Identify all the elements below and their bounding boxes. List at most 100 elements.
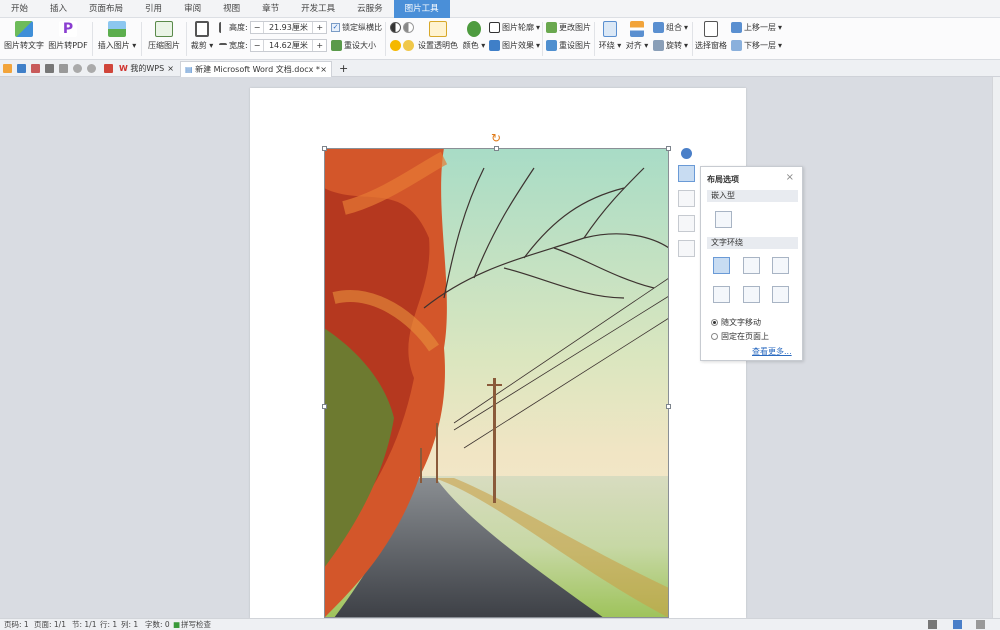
contrast-buttons[interactable] <box>390 22 414 33</box>
crop-button[interactable]: 裁剪 ▾ <box>189 18 215 51</box>
insert-picture-button[interactable]: 插入图片 ▾ <box>97 18 137 51</box>
resize-handle-left[interactable] <box>322 404 327 409</box>
crop-tool-icon[interactable] <box>678 215 695 232</box>
wrap-button[interactable]: 环绕 ▾ <box>598 18 622 51</box>
tab-my-wps[interactable]: W 我的WPS × <box>115 61 178 77</box>
tab-references[interactable]: 引用 <box>134 0 173 18</box>
undo-icon[interactable] <box>73 64 82 73</box>
reset-size-button[interactable]: 重设大小 <box>331 40 376 51</box>
print-preview-icon[interactable] <box>59 64 68 73</box>
redo-icon[interactable] <box>87 64 96 73</box>
compress-picture-button[interactable]: 压缩图片 <box>146 18 182 51</box>
page-number: 页码: 1 <box>4 620 29 629</box>
square-wrap-option[interactable] <box>713 257 730 274</box>
send-backward-button[interactable]: 下移一层 ▾ <box>731 40 782 51</box>
vertical-scrollbar[interactable] <box>992 77 1000 618</box>
label: 选择窗格 <box>695 41 727 50</box>
wrap-section-label: 文字环绕 <box>707 237 798 249</box>
wrap-icon <box>603 21 617 37</box>
document-icon: ▤ <box>185 65 193 74</box>
brightness-buttons[interactable] <box>390 40 414 51</box>
picture-icon <box>108 21 126 37</box>
decrement-button[interactable]: − <box>251 22 264 33</box>
label: 固定在页面上 <box>721 332 769 341</box>
inserted-picture[interactable] <box>324 148 669 618</box>
layout-options-panel: 布局选项 × 嵌入型 文字环绕 随文字移动 固定在页面上 查看更多... <box>700 166 803 361</box>
rotate-handle-icon[interactable]: ↻ <box>490 132 502 144</box>
increment-button[interactable]: + <box>313 22 326 33</box>
change-picture-button[interactable]: 更改图片 <box>546 22 591 33</box>
tab-view[interactable]: 视图 <box>212 0 251 18</box>
height-field[interactable]: − 21.93厘米 + <box>249 21 328 34</box>
close-icon[interactable]: × <box>167 61 174 76</box>
through-wrap-option[interactable] <box>772 257 789 274</box>
tab-insert[interactable]: 插入 <box>39 0 78 18</box>
effect-icon <box>489 40 500 51</box>
customize-icon[interactable] <box>104 64 113 73</box>
save-icon[interactable] <box>17 64 26 73</box>
width-value[interactable]: 14.62厘米 <box>263 40 314 51</box>
word-count: 字数: 0 <box>145 620 170 629</box>
tab-start[interactable]: 开始 <box>0 0 39 18</box>
picture-to-pdf-button[interactable]: P 图片转PDF <box>48 18 88 51</box>
new-tab-button[interactable]: + <box>335 61 349 77</box>
tab-review[interactable]: 审阅 <box>173 0 212 18</box>
outline-view-icon[interactable] <box>976 620 985 629</box>
tab-page-layout[interactable]: 页面布局 <box>78 0 134 18</box>
rotate-button[interactable]: 旋转 ▾ <box>653 40 688 51</box>
color-button[interactable]: 颜色 ▾ <box>461 18 487 51</box>
move-with-text-radio[interactable]: 随文字移动 <box>711 317 761 328</box>
fix-on-page-radio[interactable]: 固定在页面上 <box>711 331 769 342</box>
decrement-button[interactable]: − <box>251 40 264 51</box>
tab-developer[interactable]: 开发工具 <box>290 0 346 18</box>
export-pdf-icon[interactable] <box>31 64 40 73</box>
change-picture-icon <box>546 22 557 33</box>
tab-section[interactable]: 章节 <box>251 0 290 18</box>
reset-picture-button[interactable]: 重设图片 <box>546 40 591 51</box>
spell-check-button[interactable]: 拼写检查 <box>181 619 211 630</box>
brightness-up-icon <box>390 40 401 51</box>
bring-forward-button[interactable]: 上移一层 ▾ <box>731 22 782 33</box>
behind-text-option[interactable] <box>743 286 760 303</box>
contrast-low-icon <box>403 22 414 33</box>
align-button[interactable]: 对齐 ▾ <box>625 18 649 51</box>
resize-handle-right[interactable] <box>666 404 671 409</box>
increment-button[interactable]: + <box>313 40 326 51</box>
resize-handle-top[interactable] <box>494 146 499 151</box>
picture-outline-button[interactable]: 图片轮廓 ▾ <box>489 22 540 33</box>
group-button[interactable]: 组合 ▾ <box>653 22 688 33</box>
height-value[interactable]: 21.93厘米 <box>263 22 314 33</box>
close-icon[interactable]: × <box>320 62 327 77</box>
inline-section-label: 嵌入型 <box>707 190 798 202</box>
tab-cloud[interactable]: 云服务 <box>346 0 394 18</box>
print-icon[interactable] <box>45 64 54 73</box>
in-front-text-option[interactable] <box>772 286 789 303</box>
width-control: 宽度: − 14.62厘米 + <box>219 39 328 52</box>
fullscreen-icon[interactable] <box>928 620 937 629</box>
lock-ratio-checkbox[interactable]: ✓ 锁定纵横比 <box>331 22 382 33</box>
label: 锁定纵横比 <box>342 23 382 32</box>
selection-pane-button[interactable]: 选择窗格 <box>695 18 727 51</box>
set-transparent-button[interactable]: 设置透明色 <box>417 18 459 51</box>
wps-logo-icon: W <box>119 64 128 73</box>
label: 旋转 <box>666 41 682 50</box>
tab-picture-tools[interactable]: 图片工具 <box>393 0 450 18</box>
picture-to-text-button[interactable]: 图片转文字 <box>4 18 44 51</box>
top-bottom-wrap-option[interactable] <box>713 286 730 303</box>
width-field[interactable]: − 14.62厘米 + <box>249 39 328 52</box>
tab-document[interactable]: ▤ 新建 Microsoft Word 文档.docx * × <box>180 61 332 77</box>
inline-wrap-option[interactable] <box>715 211 732 228</box>
picture-effect-button[interactable]: 图片效果 ▾ <box>489 40 540 51</box>
page-view-icon[interactable] <box>953 620 962 629</box>
layout-options-icon[interactable] <box>678 165 695 182</box>
collapse-icon[interactable] <box>681 148 692 159</box>
see-more-link[interactable]: 查看更多... <box>752 346 792 357</box>
frame-icon[interactable] <box>678 240 695 257</box>
label: 组合 <box>666 23 682 32</box>
zoom-icon[interactable] <box>678 190 695 207</box>
resize-handle-top-left[interactable] <box>322 146 327 151</box>
open-icon[interactable] <box>3 64 12 73</box>
tight-wrap-option[interactable] <box>743 257 760 274</box>
resize-handle-top-right[interactable] <box>666 146 671 151</box>
close-icon[interactable]: × <box>786 172 794 183</box>
